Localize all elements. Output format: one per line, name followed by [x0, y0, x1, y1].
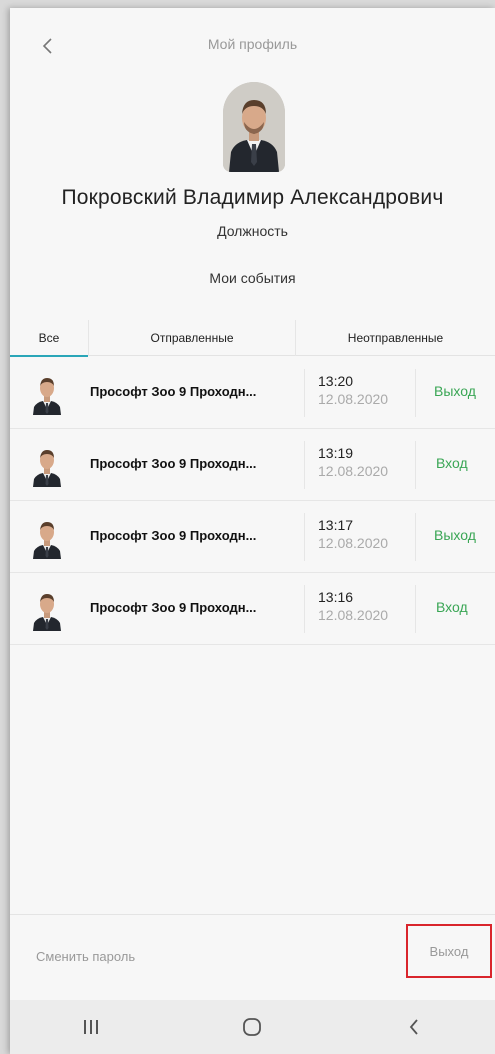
- event-time: 13:19: [318, 445, 354, 461]
- event-avatar: [30, 515, 64, 559]
- user-position: Должность: [217, 223, 288, 239]
- divider: [304, 441, 305, 489]
- events-list: Прософт Зоо 9 Проходн... 13:20 12.08.202…: [10, 357, 495, 645]
- divider: [415, 513, 416, 561]
- system-back-button[interactable]: [384, 1007, 444, 1047]
- tab-all[interactable]: Все: [10, 320, 88, 357]
- event-avatar: [30, 587, 64, 631]
- event-date: 12.08.2020: [318, 535, 389, 551]
- back-icon: [409, 1019, 418, 1035]
- recent-apps-button[interactable]: [61, 1007, 121, 1047]
- event-tabs: Все Отправленные Неотправленные: [10, 320, 495, 357]
- home-icon: [243, 1018, 262, 1036]
- event-location: Прософт Зоо 9 Проходн...: [90, 528, 257, 543]
- logout-label: Выход: [429, 943, 469, 959]
- event-direction: Выход: [434, 527, 476, 543]
- event-date: 12.08.2020: [318, 607, 389, 623]
- event-row[interactable]: Прософт Зоо 9 Проходн... 13:16 12.08.202…: [10, 573, 495, 645]
- page-title: Мой профиль: [207, 36, 298, 52]
- tab-unsent[interactable]: Неотправленные: [295, 320, 495, 356]
- divider: [415, 585, 416, 633]
- user-full-name: Покровский Владимир Александрович: [61, 186, 444, 209]
- recent-apps-icon: [83, 1020, 98, 1034]
- system-navbar: [10, 1000, 495, 1054]
- event-row[interactable]: Прософт Зоо 9 Проходн... 13:19 12.08.202…: [10, 429, 495, 501]
- event-location: Прософт Зоо 9 Проходн...: [90, 600, 257, 615]
- event-date: 12.08.2020: [318, 463, 389, 479]
- event-direction: Выход: [434, 383, 476, 399]
- home-button[interactable]: [222, 1007, 282, 1047]
- event-location: Прософт Зоо 9 Проходн...: [90, 456, 257, 471]
- divider: [304, 585, 305, 633]
- logout-button[interactable]: Выход: [406, 924, 492, 978]
- change-password-button[interactable]: Сменить пароль: [36, 949, 135, 964]
- profile-avatar: [223, 82, 285, 172]
- event-time: 13:17: [318, 517, 354, 533]
- event-time: 13:20: [318, 373, 354, 389]
- event-row[interactable]: Прософт Зоо 9 Проходн... 13:20 12.08.202…: [10, 357, 495, 429]
- footer-divider: [10, 914, 495, 915]
- profile-screen: Мой профиль Покровский Владимир Александ…: [10, 8, 495, 1054]
- event-date: 12.08.2020: [318, 391, 389, 407]
- divider: [415, 369, 416, 417]
- divider: [304, 513, 305, 561]
- event-avatar: [30, 371, 64, 415]
- event-avatar: [30, 443, 64, 487]
- event-time: 13:16: [318, 589, 354, 605]
- divider: [304, 369, 305, 417]
- tab-sent[interactable]: Отправленные: [88, 320, 295, 356]
- event-location: Прософт Зоо 9 Проходн...: [90, 384, 257, 399]
- event-row[interactable]: Прософт Зоо 9 Проходн... 13:17 12.08.202…: [10, 501, 495, 573]
- header: Мой профиль: [10, 8, 495, 78]
- divider: [415, 441, 416, 489]
- event-direction: Вход: [436, 599, 468, 615]
- event-direction: Вход: [436, 455, 468, 471]
- events-section-title: Мои события: [209, 270, 296, 286]
